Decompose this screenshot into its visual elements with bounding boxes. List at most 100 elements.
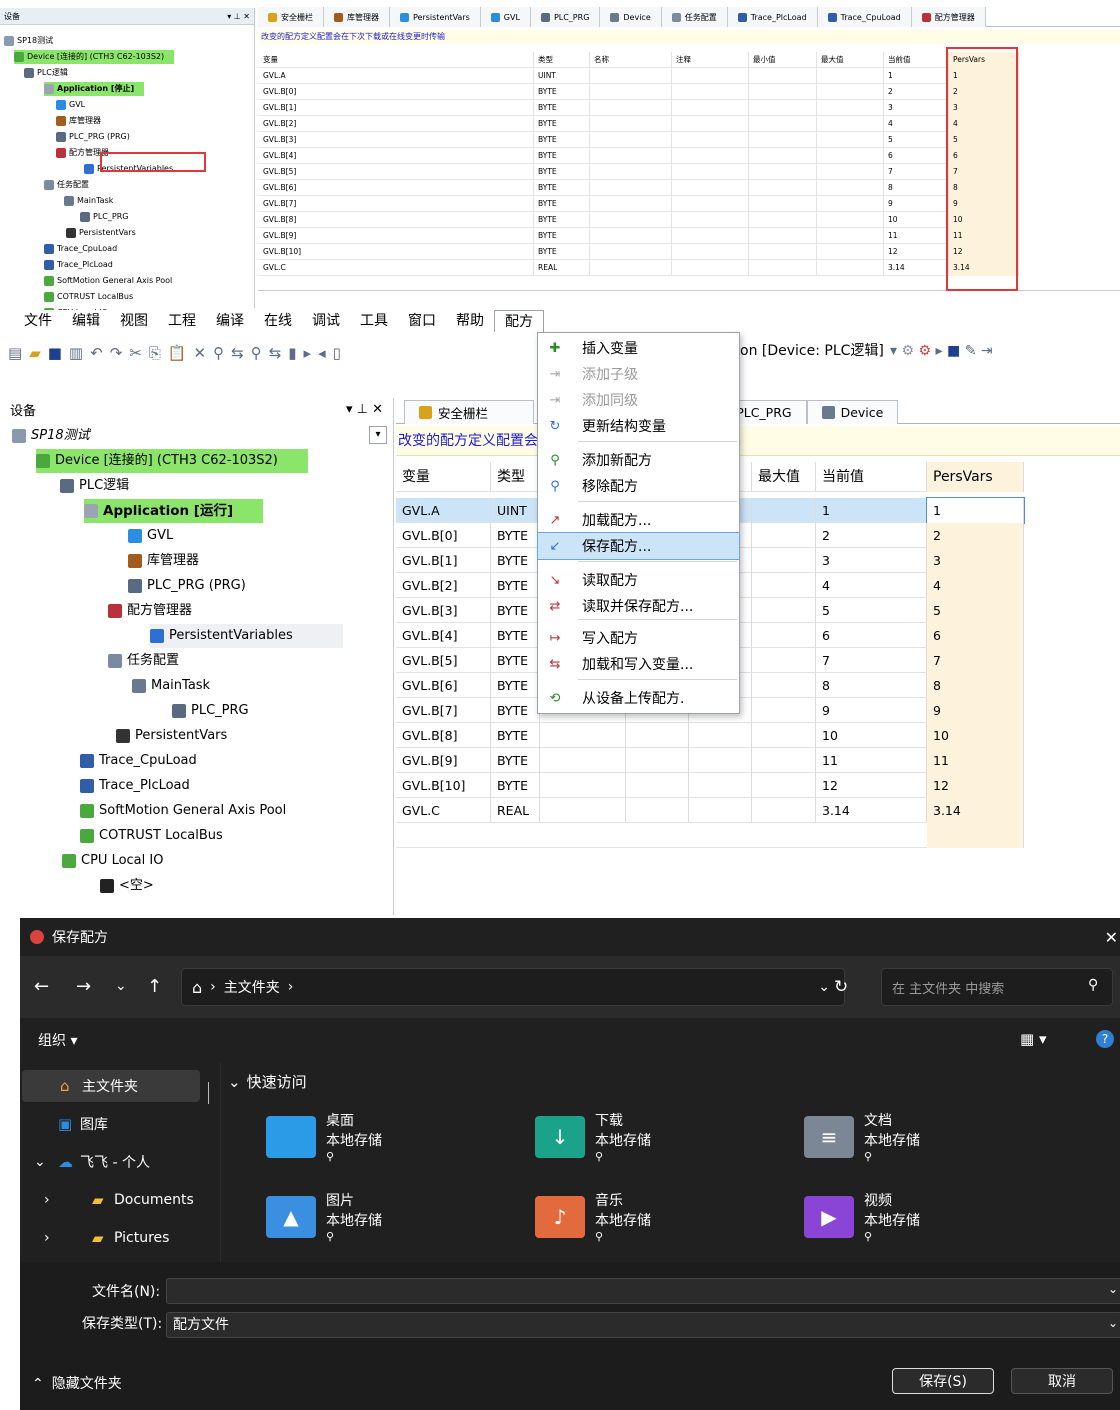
up-icon[interactable]: ↑: [147, 976, 162, 997]
tree-node[interactable]: CPU Local IO: [62, 849, 163, 873]
column-header[interactable]: 类型: [491, 462, 540, 492]
filetype-select[interactable]: 配方文件: [166, 1312, 1120, 1338]
table-cell[interactable]: 10: [927, 723, 1024, 748]
menu-item-2[interactable]: ⇥ 添加同级: [538, 387, 739, 413]
menu-item-0[interactable]: ✚ 插入变量: [538, 335, 739, 361]
table-cell[interactable]: 4: [927, 573, 1024, 598]
tree-node[interactable]: SoftMotion General Axis Pool: [80, 799, 286, 823]
table-row[interactable]: GVL.B[9] BYTE 11 11: [396, 748, 1024, 773]
tree-node[interactable]: Application [停止]: [44, 82, 145, 96]
table-cell[interactable]: 3: [927, 548, 1024, 573]
column-header[interactable]: 名称: [590, 52, 672, 68]
reset-icon[interactable]: ✎: [965, 343, 977, 359]
quick-access-header[interactable]: ⌄ 快速访问: [228, 1070, 307, 1094]
find-icon[interactable]: ⚲: [213, 344, 224, 362]
pin-icon[interactable]: ⚲: [595, 1150, 603, 1163]
table-row[interactable]: GVL.B[2] BYTE 4 4: [259, 116, 1019, 132]
menu-3[interactable]: 工程: [158, 310, 206, 332]
bookmark-clear-icon[interactable]: ▯: [333, 344, 341, 362]
editor-tab[interactable]: 安全栅栏: [404, 400, 534, 424]
table-row[interactable]: GVL.B[10] BYTE 12 12: [259, 244, 1019, 260]
tree-node[interactable]: Application [运行]: [84, 499, 264, 523]
filename-input[interactable]: [166, 1278, 1120, 1304]
nav-item-2[interactable]: ⌄ ☁ 飞飞 - 个人: [20, 1146, 198, 1178]
tree-node[interactable]: <空>: [100, 874, 154, 898]
cut-icon[interactable]: ✂: [129, 344, 142, 362]
table-row[interactable]: GVL.B[0] BYTE 2 2: [259, 84, 1019, 100]
folder-tile[interactable]: ♪ 音乐 本地存储 ⚲: [535, 1190, 785, 1260]
filetype-dropdown-icon[interactable]: ⌄: [1108, 1316, 1118, 1330]
replace-icon[interactable]: ⇆: [231, 344, 244, 362]
pin-icon[interactable]: ⚲: [326, 1150, 334, 1163]
new-icon[interactable]: ▤: [8, 344, 22, 362]
print-icon[interactable]: ▥: [69, 344, 83, 362]
save-button[interactable]: 保存(S): [892, 1368, 994, 1394]
replace-all-icon[interactable]: ⇆: [269, 344, 282, 362]
editor-tab[interactable]: 任务配置: [661, 7, 728, 27]
table-row[interactable]: GVL.B[8] BYTE 10 10: [396, 723, 1024, 748]
undo-icon[interactable]: ↶: [90, 344, 103, 362]
table-cell[interactable]: 9: [927, 698, 1024, 723]
tree-node[interactable]: MainTask: [132, 674, 210, 698]
expand-icon[interactable]: ⌄: [34, 1154, 46, 1170]
nav-item-3[interactable]: › ▰ Documents: [20, 1184, 198, 1216]
hide-folders-toggle[interactable]: ⌃ 隐藏文件夹: [32, 1372, 122, 1396]
tree-node[interactable]: GVL: [128, 524, 173, 548]
table-cell[interactable]: 1: [926, 497, 1025, 524]
tree-node[interactable]: 配方管理器: [108, 599, 192, 623]
tree-node[interactable]: Trace_CpuLoad: [44, 242, 117, 256]
table-row[interactable]: GVL.B[6] BYTE 8 8: [259, 180, 1019, 196]
tree-dropdown-button[interactable]: ▾: [369, 426, 387, 444]
pin-icon[interactable]: ⚲: [864, 1230, 872, 1243]
bookmark-prev-icon[interactable]: ◂: [318, 344, 326, 362]
tree-node[interactable]: COTRUST LocalBus: [80, 824, 223, 848]
pin-icon[interactable]: ⚲: [864, 1150, 872, 1163]
column-header[interactable]: 类型: [534, 52, 590, 68]
filename-dropdown-icon[interactable]: ⌄: [1108, 1282, 1118, 1296]
table-cell[interactable]: 6: [927, 623, 1024, 648]
editor-tab[interactable]: Trace_PlcLoad: [727, 7, 818, 27]
menu-item-12[interactable]: ⟲ 从设备上传配方.: [538, 685, 739, 711]
breadcrumb-home[interactable]: 主文件夹: [224, 977, 280, 997]
menu-item-5[interactable]: ⚲ 移除配方: [538, 473, 739, 499]
table-row[interactable]: GVL.B[4] BYTE 6 6: [259, 148, 1019, 164]
breadcrumb-bar[interactable]: ⌂ › 主文件夹 › ⌄: [181, 968, 845, 1006]
table-row[interactable]: GVL.B[8] BYTE 10 10: [259, 212, 1019, 228]
editor-tab[interactable]: Device: [806, 400, 899, 424]
table-row[interactable]: GVL.C REAL 3.14 3.14: [396, 798, 1024, 823]
column-header[interactable]: 当前值: [884, 52, 949, 68]
pin-icon[interactable]: ⚲: [595, 1230, 603, 1243]
step-icon[interactable]: ⇥: [981, 343, 993, 359]
tree-node[interactable]: Device [连接的] (CTH3 C62-103S2): [36, 449, 308, 473]
column-header[interactable]: 变量: [259, 52, 534, 68]
table-row[interactable]: GVL.B[10] BYTE 12 12: [396, 773, 1024, 798]
menu-item-1[interactable]: ⇥ 添加子级: [538, 361, 739, 387]
tree-node[interactable]: 库管理器: [56, 114, 101, 128]
editor-tab[interactable]: 安全栅栏: [258, 7, 324, 27]
folder-tile[interactable]: ▲ 图片 本地存储 ⚲: [266, 1190, 516, 1260]
menu-6[interactable]: 调试: [302, 310, 350, 332]
column-header[interactable]: 最小值: [749, 52, 817, 68]
table-row[interactable]: GVL.B[9] BYTE 11 11: [259, 228, 1019, 244]
column-header[interactable]: 最大值: [752, 462, 816, 492]
table-cell[interactable]: 3.14: [927, 798, 1024, 823]
table-row[interactable]: GVL.B[3] BYTE 5 5: [259, 132, 1019, 148]
folder-tile[interactable]: 桌面 本地存储 ⚲: [266, 1110, 516, 1180]
folder-tile[interactable]: ▶ 视频 本地存储 ⚲: [804, 1190, 1054, 1260]
tree-node[interactable]: GVL: [56, 98, 85, 112]
editor-tab[interactable]: PersistentVars: [390, 7, 481, 27]
find-all-icon[interactable]: ⚲: [251, 344, 262, 362]
menu-item-8[interactable]: ↘ 读取配方: [538, 567, 739, 593]
tree-node[interactable]: COTRUST LocalBus: [44, 290, 133, 304]
menu-item-11[interactable]: ⇆ 加载和写入变量...: [538, 651, 739, 677]
menu-8[interactable]: 窗口: [398, 310, 446, 332]
paste-icon[interactable]: 📋: [168, 344, 187, 362]
menu-item-6[interactable]: ↗ 加载配方...: [538, 507, 739, 533]
tree-node[interactable]: Device [连接的] (CTH3 C62-103S2): [14, 50, 175, 64]
logout-icon[interactable]: ⚙: [919, 343, 932, 359]
search-input[interactable]: 在 主文件夹 中搜索: [881, 968, 1113, 1006]
table-cell[interactable]: 5: [927, 598, 1024, 623]
redo-icon[interactable]: ↷: [110, 344, 123, 362]
tree-node[interactable]: PersistentVars: [66, 226, 136, 240]
nav-item-4[interactable]: › ▰ Pictures: [20, 1222, 198, 1254]
